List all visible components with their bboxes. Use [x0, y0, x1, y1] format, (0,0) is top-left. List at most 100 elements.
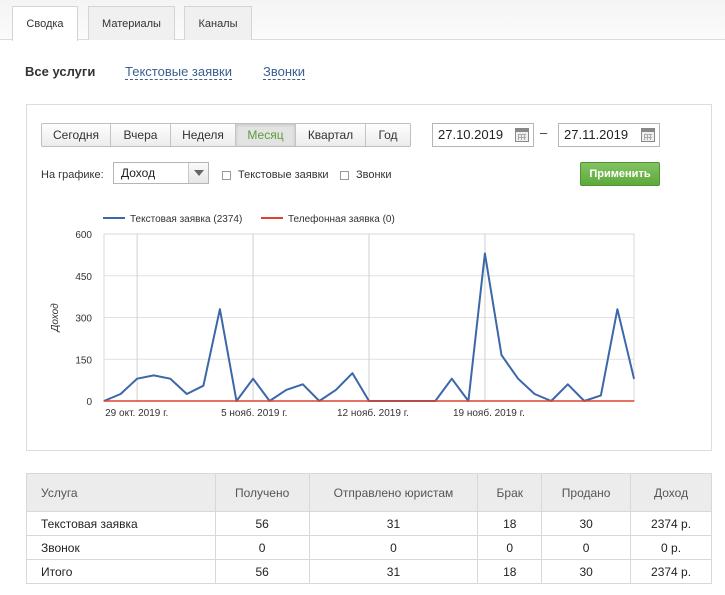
data-point [302, 383, 304, 385]
table-cell: 2374 р. [630, 559, 712, 584]
table-cell: 0 [214, 535, 310, 560]
table-cell: 30 [541, 511, 632, 536]
data-point [235, 400, 238, 402]
data-point [169, 378, 171, 380]
data-point [169, 400, 171, 402]
table-cell: 0 [308, 535, 479, 560]
table-header-row: Услуга Получено Отправлено юристам Брак … [26, 473, 712, 512]
legend-entry: Телефонная заявка (0) [288, 213, 395, 225]
data-point [451, 400, 453, 402]
x-tick-label: 19 нояб. 2019 г. [453, 407, 525, 419]
data-point [534, 393, 536, 395]
table-cell: 31 [308, 511, 479, 536]
data-point [119, 400, 122, 402]
data-point [285, 389, 287, 391]
data-point [219, 308, 221, 310]
data-point [302, 400, 304, 402]
top-tab-bar: Сводка Материалы Каналы [0, 0, 725, 41]
y-tick-label: 300 [75, 314, 92, 325]
data-point [567, 383, 569, 385]
table-cell: 2374 р. [630, 511, 712, 536]
tab-summary[interactable]: Сводка [12, 6, 78, 41]
y-axis-label: Доход [50, 303, 61, 333]
data-point [633, 378, 635, 380]
table-cell: 0 р. [630, 535, 712, 560]
table-cell: Итого [26, 559, 216, 584]
table-cell: 30 [541, 559, 632, 584]
table-cell: 56 [214, 511, 310, 536]
data-point [153, 374, 155, 376]
tab-channels[interactable]: Каналы [184, 6, 252, 40]
subnav-all-services: Все услуги [25, 64, 96, 79]
legend-entry: Текстовая заявка (2374) [130, 214, 242, 225]
data-point [186, 400, 188, 402]
data-point [434, 400, 436, 402]
y-tick-label: 0 [86, 397, 92, 408]
data-point [600, 400, 602, 402]
column-header: Продано [541, 473, 632, 512]
table-cell: 18 [477, 511, 543, 536]
table-cell: 31 [308, 559, 479, 584]
data-point [186, 393, 188, 395]
data-point [418, 400, 420, 402]
data-point [335, 400, 337, 402]
data-point [550, 400, 552, 402]
x-tick-label: 5 нояб. 2019 г. [221, 407, 287, 419]
data-point [517, 400, 519, 402]
data-point [534, 400, 536, 402]
table-cell: Текстовая заявка [26, 511, 216, 536]
table-row: Звонок 0 0 0 0 0 р. [26, 535, 712, 560]
stats-panel: Сегодня Вчера Неделя Месяц Квартал Год 2… [26, 104, 712, 451]
data-point [451, 378, 453, 380]
data-point [484, 252, 486, 255]
column-header: Доход [630, 473, 712, 512]
column-header: Получено [214, 473, 310, 512]
data-point [384, 400, 387, 402]
data-point [252, 400, 254, 402]
data-point [285, 400, 287, 402]
subnav-link-calls[interactable]: Звонки [263, 64, 305, 80]
data-point [616, 400, 619, 402]
table-cell: 0 [541, 535, 632, 560]
data-point [136, 378, 138, 380]
data-point [119, 393, 122, 395]
data-point [583, 400, 585, 402]
column-header: Услуга [26, 473, 216, 512]
data-point [368, 400, 370, 402]
data-point [401, 400, 403, 402]
data-point [318, 400, 320, 402]
x-tick-label: 12 нояб. 2019 г. [337, 407, 409, 419]
data-point [103, 400, 105, 402]
table-cell: 0 [477, 535, 543, 560]
table-cell: Звонок [26, 535, 216, 560]
data-point [500, 354, 503, 356]
data-point [136, 400, 138, 402]
data-point [219, 400, 221, 402]
data-point [517, 378, 519, 380]
data-point [616, 308, 619, 310]
tab-materials[interactable]: Материалы [88, 6, 175, 40]
data-point [269, 400, 271, 402]
data-point [484, 400, 486, 402]
revenue-line-chart: 0 150 300 450 600 29 окт. 2019 г. 5 нояб. 2019… [50, 213, 635, 419]
data-point [567, 400, 569, 402]
table-row: Текстовая заявка 56 31 18 30 2374 р. [26, 511, 712, 536]
table-cell: 18 [477, 559, 543, 584]
data-point [335, 389, 337, 391]
data-point [633, 400, 635, 402]
y-tick-label: 600 [75, 230, 92, 241]
y-tick-label: 450 [75, 272, 92, 283]
data-point [202, 400, 204, 402]
table-row: Итого 56 31 18 30 2374 р. [26, 559, 712, 584]
data-point [351, 372, 354, 374]
data-point [153, 400, 155, 402]
column-header: Брак [477, 473, 543, 512]
data-point [500, 400, 503, 402]
data-point [202, 385, 204, 387]
table-cell: 56 [214, 559, 310, 584]
services-summary-table: Услуга Получено Отправлено юристам Брак … [26, 473, 712, 584]
y-tick-label: 150 [75, 355, 92, 366]
data-point [600, 394, 602, 397]
data-point [467, 400, 469, 402]
subnav-link-text-requests[interactable]: Текстовые заявки [125, 64, 232, 80]
